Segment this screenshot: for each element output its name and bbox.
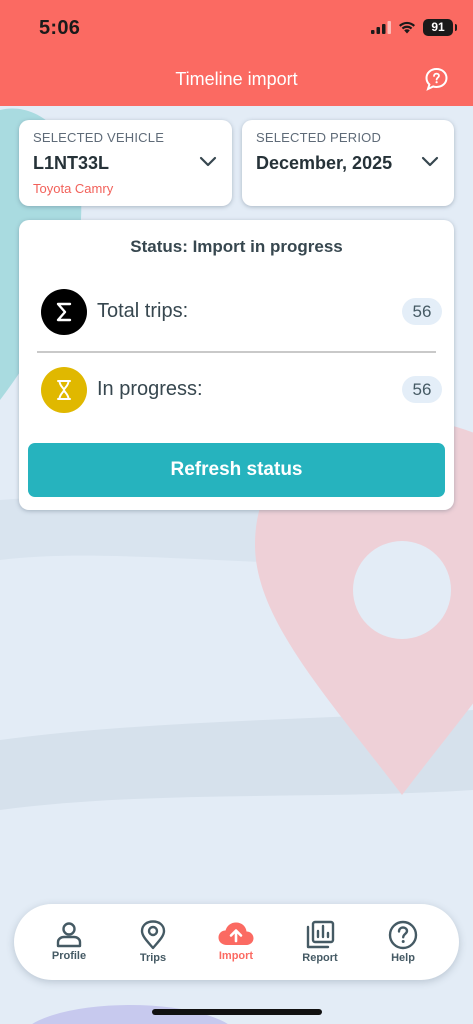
cellular-signal-icon xyxy=(371,21,391,34)
total-trips-row: Total trips: 56 xyxy=(41,289,442,337)
nav-label-report: Report xyxy=(302,952,338,964)
nav-item-profile[interactable]: Profile xyxy=(34,920,104,962)
in-progress-row: In progress: 56 xyxy=(41,367,442,415)
home-indicator xyxy=(152,1009,322,1015)
bottom-nav: Profile Trips Import Report Help xyxy=(14,904,459,980)
period-selector[interactable]: SELECTED PERIOD December, 2025 xyxy=(242,120,454,206)
in-progress-count: 56 xyxy=(402,376,442,403)
chevron-down-icon xyxy=(421,156,439,167)
hourglass-icon xyxy=(41,367,87,413)
nav-item-import[interactable]: Import xyxy=(201,920,271,962)
wifi-icon xyxy=(399,21,415,34)
period-selector-label: SELECTED PERIOD xyxy=(256,130,382,145)
nav-label-help: Help xyxy=(391,952,415,964)
refresh-status-button[interactable]: Refresh status xyxy=(28,443,445,497)
chevron-down-icon xyxy=(199,156,217,167)
total-trips-count: 56 xyxy=(402,298,442,325)
import-status-card: Status: Import in progress Total trips: … xyxy=(19,220,454,510)
sigma-icon xyxy=(41,289,87,335)
in-progress-label: In progress: xyxy=(97,378,203,400)
person-icon xyxy=(56,922,82,948)
period-value: December, 2025 xyxy=(256,153,393,173)
vehicle-selector-label: SELECTED VEHICLE xyxy=(33,130,165,145)
nav-item-help[interactable]: Help xyxy=(368,920,438,964)
nav-label-trips: Trips xyxy=(139,952,167,964)
vehicle-model: Toyota Camry xyxy=(33,181,114,196)
status-bar-time: 5:06 xyxy=(39,17,81,39)
nav-item-trips[interactable]: Trips xyxy=(118,920,188,964)
page-title: Timeline import xyxy=(175,69,298,89)
app-header: 5:06 91 Timeline import xyxy=(0,0,473,106)
nav-label-profile: Profile xyxy=(51,950,87,962)
total-trips-label: Total trips: xyxy=(97,300,189,322)
battery-indicator: 91 xyxy=(423,19,457,36)
status-bar-icons: 91 xyxy=(371,19,457,36)
cloud-upload-icon xyxy=(218,922,254,945)
divider xyxy=(37,351,436,353)
help-circle-icon xyxy=(388,920,418,950)
vehicle-plate: L1NT33L xyxy=(33,153,110,173)
vehicle-selector[interactable]: SELECTED VEHICLE L1NT33L Toyota Camry xyxy=(19,120,232,206)
import-status-title: Status: Import in progress xyxy=(130,237,343,256)
report-icon xyxy=(306,920,335,949)
map-pin-icon xyxy=(140,920,166,950)
nav-item-report[interactable]: Report xyxy=(285,920,355,964)
chat-question-icon[interactable] xyxy=(424,67,449,92)
nav-label-import: Import xyxy=(218,950,254,962)
